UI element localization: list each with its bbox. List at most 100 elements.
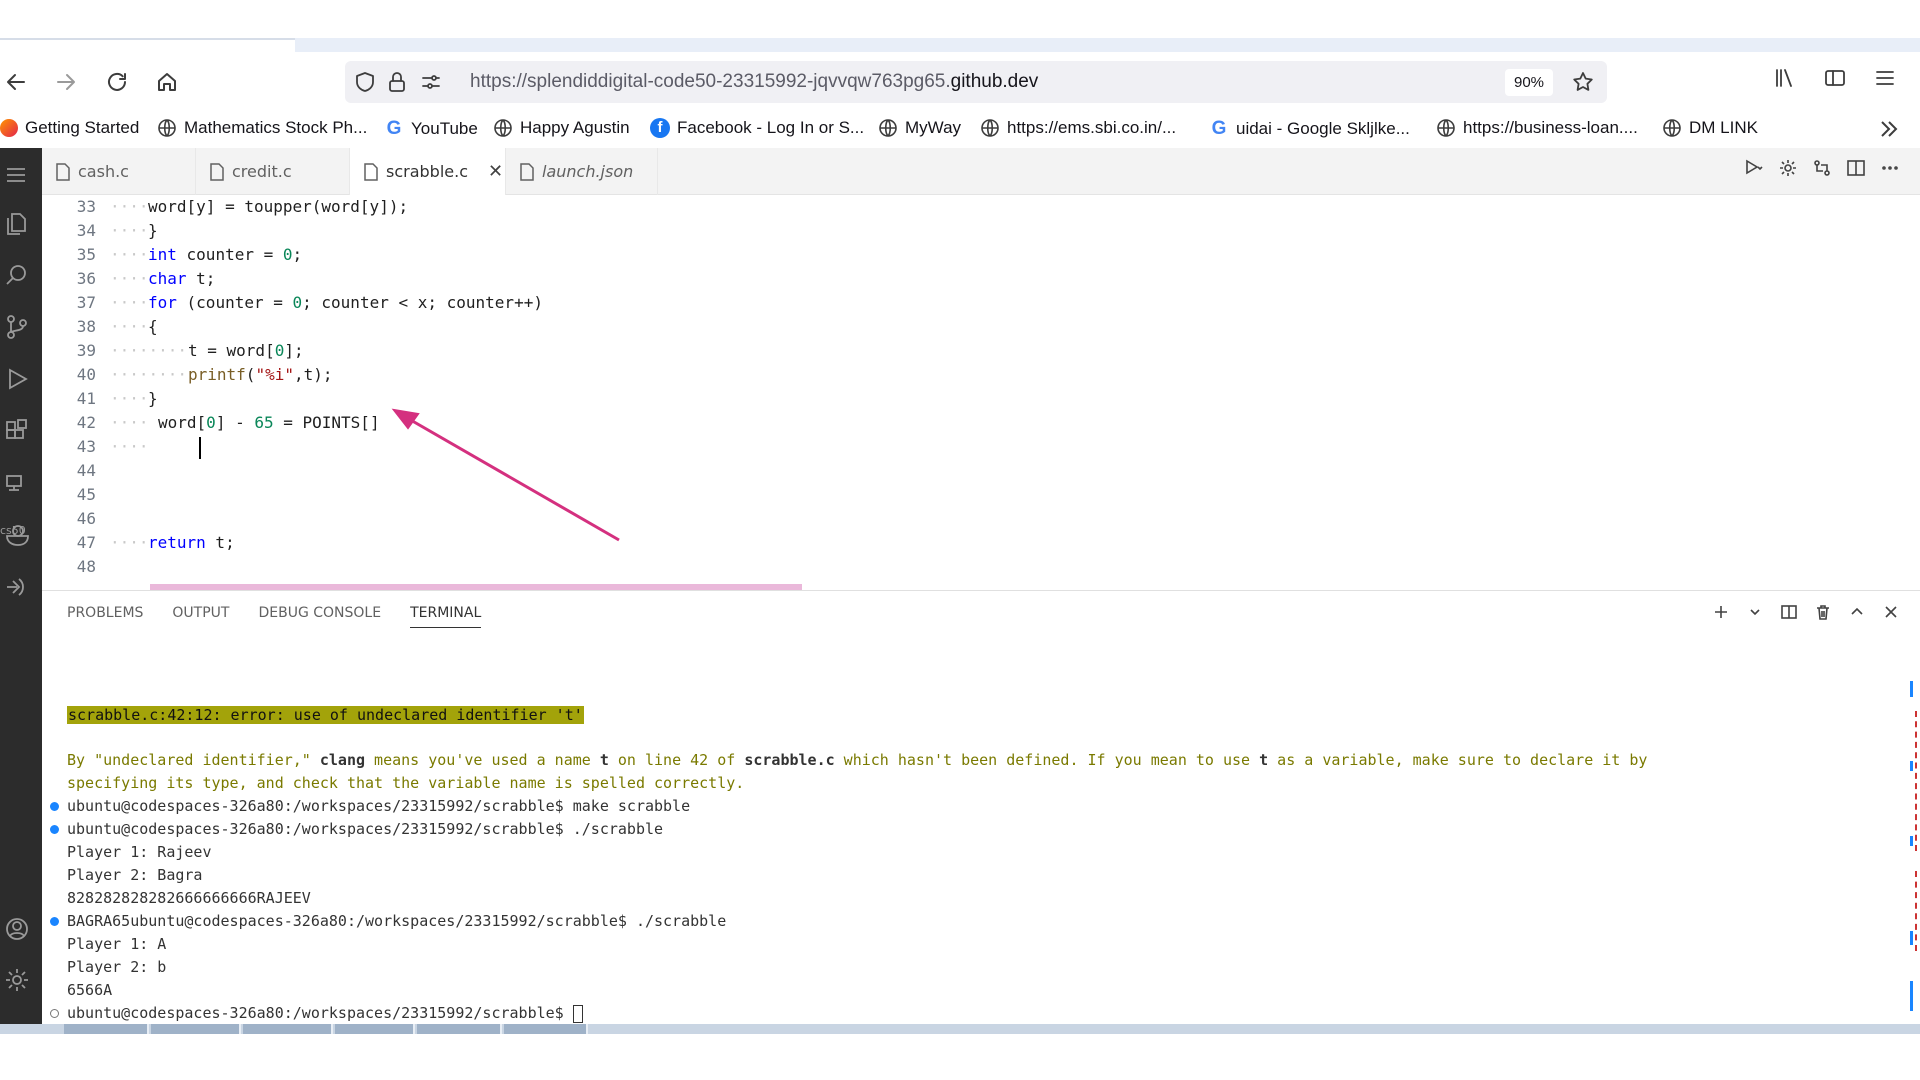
url-prefix: https://splendiddigital-code50-23315992-…: [470, 71, 951, 92]
code-token: }: [148, 389, 158, 408]
broadcast-icon[interactable]: [0, 570, 34, 604]
url-text[interactable]: https://splendiddigital-code50-23315992-…: [470, 71, 1038, 93]
indent-guide: ····: [110, 197, 149, 216]
line-number: 46: [76, 509, 96, 528]
zoom-level[interactable]: 90%: [1505, 69, 1553, 96]
bookmark-item[interactable]: G uidai - Google Skljlke...: [1209, 118, 1410, 140]
indent-guide: ····: [110, 269, 149, 288]
library-icon: [1776, 69, 1792, 87]
tab-label: credit.c: [232, 162, 292, 181]
line-number: 36: [76, 269, 96, 288]
active-tab-indicator[interactable]: [0, 38, 295, 40]
split-editor-icon[interactable]: [1846, 158, 1868, 180]
taskbar-item[interactable]: [417, 1024, 502, 1034]
bookmark-item[interactable]: Mathematics Stock Ph...: [157, 118, 367, 138]
remote-explorer-icon[interactable]: [0, 466, 34, 500]
source-control-icon[interactable]: [0, 310, 34, 344]
tab-cash-c[interactable]: cash.c: [42, 148, 196, 195]
terminal-output[interactable]: scrabble.c:42:12: error: use of undeclar…: [50, 591, 1907, 1029]
help-text: as a variable, make sure to declare it b…: [1268, 751, 1648, 769]
code-token: t;: [205, 533, 235, 552]
line-number: 39: [76, 341, 96, 360]
settings-gear-icon[interactable]: [0, 963, 34, 997]
code-token: (: [245, 365, 256, 384]
command-success-dot[interactable]: [50, 825, 59, 834]
code-text: word[y] = toupper(word[y]);: [148, 195, 408, 219]
gear-icon[interactable]: [1778, 158, 1800, 180]
terminal-line: ubuntu@codespaces-326a80:/workspaces/233…: [50, 819, 663, 839]
close-tab-icon[interactable]: ✕: [488, 161, 503, 182]
bookmark-item[interactable]: G YouTube: [384, 118, 478, 140]
line-number: 33: [76, 197, 96, 216]
sidebar-button[interactable]: [1823, 66, 1853, 96]
code-line: 45: [42, 483, 1920, 507]
permissions-icon[interactable]: [419, 70, 443, 94]
taskbar-item[interactable]: [151, 1024, 241, 1034]
terminal-line: specifying its type, and check that the …: [67, 773, 744, 793]
code-line: 38 ····{: [42, 315, 1920, 339]
command-success-dot[interactable]: [50, 802, 59, 811]
code-line: 42 ···· word[0] - 65 = POINTS[]: [42, 411, 1920, 435]
bookmark-star-icon[interactable]: [1571, 70, 1595, 94]
lock-icon[interactable]: [385, 70, 409, 94]
help-text: on line 42 of: [608, 751, 745, 769]
run-debug-icon[interactable]: [0, 362, 34, 396]
code-token: "%i": [255, 365, 294, 384]
code-editor[interactable]: 33 ···· word[y] = toupper(word[y]); 34 ····…: [42, 195, 1920, 590]
help-text: means you've used a name: [365, 751, 600, 769]
menu-icon[interactable]: [0, 158, 34, 192]
bookmark-label: Facebook - Log In or S...: [677, 118, 865, 137]
forward-button[interactable]: [50, 66, 82, 98]
explorer-icon[interactable]: [0, 206, 34, 240]
google-icon: G: [386, 118, 402, 139]
bookmark-item[interactable]: DM LINK: [1662, 118, 1758, 138]
bookmark-label: uidai - Google Skljlke...: [1236, 119, 1410, 138]
code-token: char: [148, 269, 187, 288]
bookmark-item[interactable]: https://business-loan....: [1436, 118, 1638, 138]
ducky-icon[interactable]: [0, 518, 34, 552]
editor-actions: [1744, 158, 1920, 184]
bookmark-item[interactable]: Happy Agustin: [493, 118, 630, 138]
taskbar-item[interactable]: [504, 1024, 588, 1034]
menu-button[interactable]: [1873, 66, 1903, 96]
code-token: t = word[: [188, 341, 275, 360]
search-icon[interactable]: [0, 258, 34, 292]
bookmark-label: Mathematics Stock Ph...: [184, 118, 368, 137]
open-changes-icon[interactable]: [1812, 158, 1834, 180]
back-button[interactable]: [0, 66, 32, 98]
code-token: 0: [292, 293, 303, 312]
bookmark-item[interactable]: https://ems.sbi.co.in/...: [980, 118, 1176, 138]
taskbar-item[interactable]: [64, 1024, 149, 1034]
tab-scrabble-c[interactable]: scrabble.c ✕: [350, 148, 506, 195]
extensions-icon[interactable]: [0, 414, 34, 448]
library-button[interactable]: [1772, 66, 1802, 96]
terminal-scrollbar-markers[interactable]: [1905, 681, 1917, 1011]
code-token: for: [148, 293, 177, 312]
line-number: 41: [76, 389, 96, 408]
bookmark-item[interactable]: f Facebook - Log In or S...: [650, 118, 864, 138]
code-token: (counter =: [176, 293, 293, 312]
more-actions-icon[interactable]: [1880, 158, 1902, 180]
code-token: ; counter < x; counter++): [302, 293, 543, 312]
account-icon[interactable]: [0, 912, 34, 946]
bookmark-item[interactable]: Getting Started: [0, 118, 139, 138]
blank-area: [0, 1034, 1920, 1080]
address-bar[interactable]: https://splendiddigital-code50-23315992-…: [345, 61, 1607, 103]
tab-launch-json[interactable]: launch.json: [506, 148, 658, 195]
home-button[interactable]: [151, 66, 183, 98]
taskbar-item[interactable]: [243, 1024, 333, 1034]
command-success-dot[interactable]: [50, 917, 59, 926]
shield-icon[interactable]: [353, 70, 377, 94]
globe-icon: [157, 118, 177, 138]
run-dropdown-icon[interactable]: [1744, 158, 1766, 180]
code-token: ,t);: [293, 365, 333, 384]
terminal-line: ubuntu@codespaces-326a80:/workspaces/233…: [50, 1003, 583, 1023]
line-number: 34: [76, 221, 96, 240]
bookmark-item[interactable]: MyWay: [878, 118, 961, 138]
tab-credit-c[interactable]: credit.c: [196, 148, 350, 195]
indent-guide: ····: [110, 221, 149, 240]
more-bookmarks-button[interactable]: [1877, 118, 1903, 140]
command-pending-dot[interactable]: [50, 1009, 59, 1018]
taskbar-item[interactable]: [335, 1024, 415, 1034]
reload-button[interactable]: [101, 66, 133, 98]
